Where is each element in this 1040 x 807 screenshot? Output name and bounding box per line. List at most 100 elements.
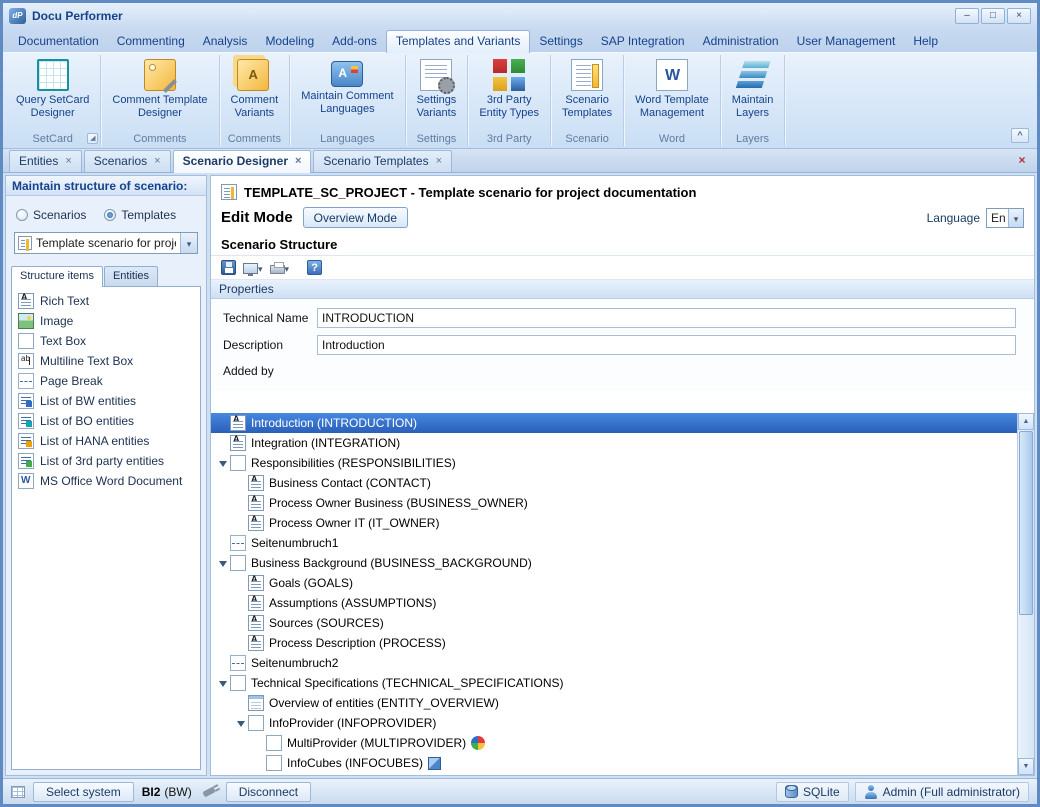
- menu-tab[interactable]: Commenting: [108, 30, 194, 52]
- menu-tab[interactable]: Help: [904, 30, 947, 52]
- tree-item[interactable]: Assumptions (ASSUMPTIONS): [211, 593, 1017, 613]
- radio-icon[interactable]: [104, 209, 116, 221]
- menu-tab[interactable]: SAP Integration: [592, 30, 694, 52]
- overview-mode-button[interactable]: Overview Mode: [303, 207, 408, 228]
- technical-name-input[interactable]: [317, 308, 1016, 328]
- tree-item[interactable]: Overview of entities (ENTITY_OVERVIEW): [211, 693, 1017, 713]
- maximize-button[interactable]: □: [981, 8, 1005, 24]
- menu-tab[interactable]: Templates and Variants: [386, 30, 531, 53]
- tab-close-icon[interactable]: [154, 156, 160, 166]
- help-button[interactable]: [305, 259, 324, 276]
- tree-item[interactable]: Process Description (PROCESS): [211, 633, 1017, 653]
- radio-option[interactable]: Scenarios: [16, 208, 86, 222]
- tree-item[interactable]: Seitenumbruch1: [211, 533, 1017, 553]
- tree-item[interactable]: Introduction (INTRODUCTION): [211, 413, 1017, 433]
- tab-close-icon[interactable]: [65, 156, 71, 166]
- structure-item[interactable]: MS Office Word Document: [14, 471, 198, 491]
- menu-tab[interactable]: Modeling: [256, 30, 323, 52]
- structure-item[interactable]: Image: [14, 311, 198, 331]
- tree-item-icon: [230, 415, 246, 431]
- menu-tab[interactable]: Add-ons: [323, 30, 386, 52]
- structure-item[interactable]: Multiline Text Box: [14, 351, 198, 371]
- language-arrow-button[interactable]: [1008, 209, 1023, 227]
- technical-name-label: Technical Name: [223, 311, 317, 325]
- language-combobox[interactable]: En: [986, 208, 1024, 228]
- dialog-launcher-icon[interactable]: ◢: [87, 133, 98, 144]
- tree-item-label: Introduction (INTRODUCTION): [251, 416, 417, 430]
- template-select-combobox[interactable]: Template scenario for project documentat…: [14, 232, 198, 254]
- menu-tab[interactable]: Analysis: [194, 30, 257, 52]
- ribbon-button-icon: [420, 59, 452, 91]
- radio-icon[interactable]: [16, 209, 28, 221]
- structure-item-label: Page Break: [40, 374, 103, 388]
- disconnect-button[interactable]: Disconnect: [226, 782, 311, 802]
- tree-item[interactable]: InfoCubes (INFOCUBES): [211, 753, 1017, 773]
- structure-item[interactable]: List of BW entities: [14, 391, 198, 411]
- ribbon-button[interactable]: Maintain Comment Languages: [295, 56, 399, 116]
- expander-icon[interactable]: [215, 676, 230, 691]
- tab-close-icon[interactable]: [295, 156, 301, 166]
- structure-item[interactable]: Page Break: [14, 371, 198, 391]
- ribbon-button[interactable]: Maintain Layers: [726, 56, 780, 120]
- tree-item[interactable]: MultiProvider (MULTIPROVIDER): [211, 733, 1017, 753]
- ribbon-button[interactable]: Comment Variants: [225, 56, 285, 120]
- document-tab[interactable]: Entities: [9, 150, 82, 172]
- ribbon-button[interactable]: Query SetCard Designer: [10, 56, 95, 120]
- ribbon-button[interactable]: Comment Template Designer: [106, 56, 213, 120]
- document-tab[interactable]: Scenario Designer: [173, 150, 312, 173]
- ribbon-button[interactable]: Settings Variants: [411, 56, 463, 120]
- menu-tab[interactable]: User Management: [788, 30, 905, 52]
- scroll-down-icon[interactable]: ▼: [1018, 758, 1034, 775]
- tree-item[interactable]: Process Owner Business (BUSINESS_OWNER): [211, 493, 1017, 513]
- minimize-button[interactable]: –: [955, 8, 979, 24]
- tree-item[interactable]: Responsibilities (RESPONSIBILITIES): [211, 453, 1017, 473]
- sidebar-tab[interactable]: Structure items: [11, 266, 103, 287]
- ribbon-button[interactable]: 3rd Party Entity Types: [473, 56, 545, 120]
- tree-item[interactable]: Business Contact (CONTACT): [211, 473, 1017, 493]
- scenario-title: TEMPLATE_SC_PROJECT - Template scenario …: [244, 185, 696, 200]
- description-input[interactable]: [317, 335, 1016, 355]
- ribbon-collapse-button[interactable]: ^: [1011, 128, 1029, 143]
- sidebar-tab[interactable]: Entities: [104, 266, 158, 286]
- structure-item[interactable]: List of BO entities: [14, 411, 198, 431]
- expander-icon[interactable]: [233, 716, 248, 731]
- tree-item[interactable]: Sources (SOURCES): [211, 613, 1017, 633]
- document-tab[interactable]: Scenarios: [84, 150, 171, 172]
- save-button[interactable]: [219, 259, 238, 276]
- expander-icon[interactable]: [215, 456, 230, 471]
- expander-icon[interactable]: [215, 556, 230, 571]
- structure-item[interactable]: List of 3rd party entities: [14, 451, 198, 471]
- structure-item[interactable]: Rich Text: [14, 291, 198, 311]
- tree-item[interactable]: Process Owner IT (IT_OWNER): [211, 513, 1017, 533]
- tree-item[interactable]: Business Background (BUSINESS_BACKGROUND…: [211, 553, 1017, 573]
- scroll-up-icon[interactable]: ▲: [1018, 413, 1034, 430]
- scenario-title-row: TEMPLATE_SC_PROJECT - Template scenario …: [211, 176, 1034, 202]
- menu-tab[interactable]: Settings: [530, 30, 591, 52]
- structure-item[interactable]: Text Box: [14, 331, 198, 351]
- tree-item[interactable]: Integration (INTEGRATION): [211, 433, 1017, 453]
- ribbon-button[interactable]: Word Template Management: [629, 56, 715, 120]
- combobox-arrow-button[interactable]: [180, 233, 197, 253]
- ribbon-button-icon: [656, 59, 688, 91]
- close-button[interactable]: ×: [1007, 8, 1031, 24]
- tree-scrollbar[interactable]: ▲ ▼: [1017, 413, 1034, 775]
- ribbon-group: Scenario Templates Scenario ◢: [551, 55, 624, 146]
- tree-item[interactable]: Goals (GOALS): [211, 573, 1017, 593]
- tab-close-icon[interactable]: [436, 156, 442, 166]
- menu-tab[interactable]: Administration: [694, 30, 788, 52]
- structure-item[interactable]: List of HANA entities: [14, 431, 198, 451]
- print-dropdown-button[interactable]: [268, 260, 292, 276]
- tree-item[interactable]: InfoProvider (INFOPROVIDER): [211, 713, 1017, 733]
- tree-item[interactable]: Technical Specifications (TECHNICAL_SPEC…: [211, 673, 1017, 693]
- ribbon-button[interactable]: Scenario Templates: [556, 56, 618, 120]
- document-tab[interactable]: Scenario Templates: [313, 150, 452, 172]
- close-active-tab-button[interactable]: ×: [1013, 152, 1031, 169]
- preview-dropdown-button[interactable]: [241, 260, 265, 276]
- scrollbar-thumb[interactable]: [1019, 431, 1033, 615]
- menu-tab[interactable]: Documentation: [9, 30, 108, 52]
- sidebar-tab-label: Entities: [113, 270, 149, 282]
- radio-option[interactable]: Templates: [104, 208, 176, 222]
- tree-item[interactable]: Seitenumbruch2: [211, 653, 1017, 673]
- select-system-button[interactable]: Select system: [33, 782, 134, 802]
- scrollbar-track[interactable]: [1018, 430, 1034, 758]
